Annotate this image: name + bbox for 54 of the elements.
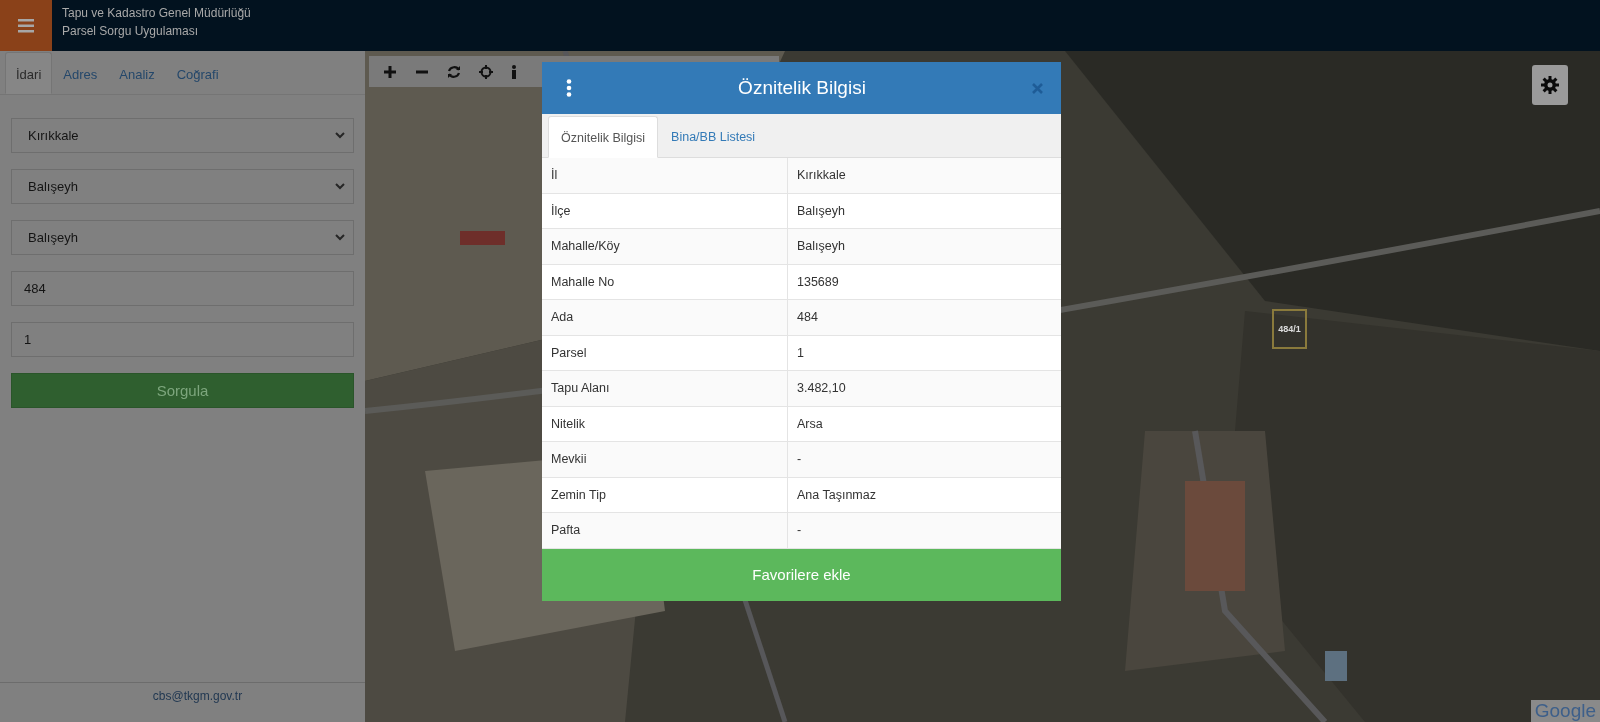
attribute-value: Balışeyh — [787, 229, 1061, 264]
attribute-value: Balışeyh — [787, 193, 1061, 228]
menu-icon — [18, 18, 34, 33]
attribute-value: - — [787, 513, 1061, 548]
attribute-value: 1 — [787, 335, 1061, 370]
query-button[interactable]: Sorgula — [11, 373, 354, 408]
dialog-tab[interactable]: Bina/BB Listesi — [658, 115, 769, 157]
attribute-name: Parsel — [550, 344, 588, 362]
dialog-title: Öznitelik Bilgisi — [738, 77, 866, 99]
crosshair-icon[interactable] — [479, 64, 493, 79]
input-field[interactable]: 1 — [11, 322, 354, 357]
contact-email[interactable]: cbs@tkgm.gov.tr — [122, 689, 243, 722]
dropdown-field[interactable]: Balışeyh — [11, 220, 354, 255]
parcel-outline[interactable]: 484/1 — [1272, 309, 1307, 349]
attribute-name: Mahalle No — [550, 273, 616, 291]
attribute-name: İl — [550, 167, 559, 185]
attribute-name: Tapu Alanı — [550, 380, 611, 398]
app-title: Tapu ve Kadastro Genel Müdürlüğü — [62, 6, 251, 20]
attribute-value: Kırıkkale — [787, 158, 1061, 193]
sidebar-tab[interactable]: İdari — [5, 52, 53, 94]
attribute-name: Ada — [550, 309, 575, 327]
attribute-value: Ana Taşınmaz — [787, 477, 1061, 512]
attribute-value: 135689 — [787, 264, 1061, 299]
chevron-icon — [335, 132, 345, 139]
attribute-value: - — [787, 442, 1061, 477]
chevron-icon — [335, 234, 345, 241]
dropdown-field[interactable]: Balışeyh — [11, 169, 354, 204]
app-subtitle: Parsel Sorgu Uygulaması — [62, 24, 200, 38]
parcel-label: 484/1 — [1278, 324, 1301, 334]
zoom-in-icon[interactable] — [383, 64, 397, 79]
attribute-name: Mahalle/Köy — [550, 238, 621, 256]
attribute-value: Arsa — [787, 406, 1061, 441]
attribute-name: Mevkii — [550, 451, 588, 469]
sidebar-tab[interactable]: Adres — [52, 52, 109, 94]
info-icon[interactable] — [511, 64, 517, 79]
settings-icon — [1541, 76, 1559, 94]
attribute-value: 484 — [787, 300, 1061, 335]
refresh-icon[interactable] — [447, 64, 461, 79]
attribute-name: Nitelik — [550, 415, 587, 433]
attribute-name: Pafta — [550, 522, 582, 540]
dropdown-field[interactable]: Kırıkkale — [11, 118, 354, 153]
map-attribution: Google — [1530, 700, 1600, 722]
menu-button[interactable] — [0, 0, 52, 51]
attribute-name: İlçe — [550, 202, 572, 220]
settings-button[interactable] — [1532, 65, 1568, 105]
attribute-name: Zemin Tip — [550, 486, 607, 504]
attribute-value: 3.482,10 — [787, 371, 1061, 406]
more-icon[interactable] — [566, 79, 572, 97]
add-favorites-button[interactable]: Favorilere ekle — [542, 548, 1061, 601]
sidebar-tab[interactable]: Analiz — [108, 52, 166, 94]
dialog-tab[interactable]: Öznitelik Bilgisi — [548, 116, 659, 158]
chevron-icon — [335, 183, 345, 190]
sidebar-tab[interactable]: Coğrafi — [165, 52, 230, 94]
input-field[interactable]: 484 — [11, 271, 354, 306]
